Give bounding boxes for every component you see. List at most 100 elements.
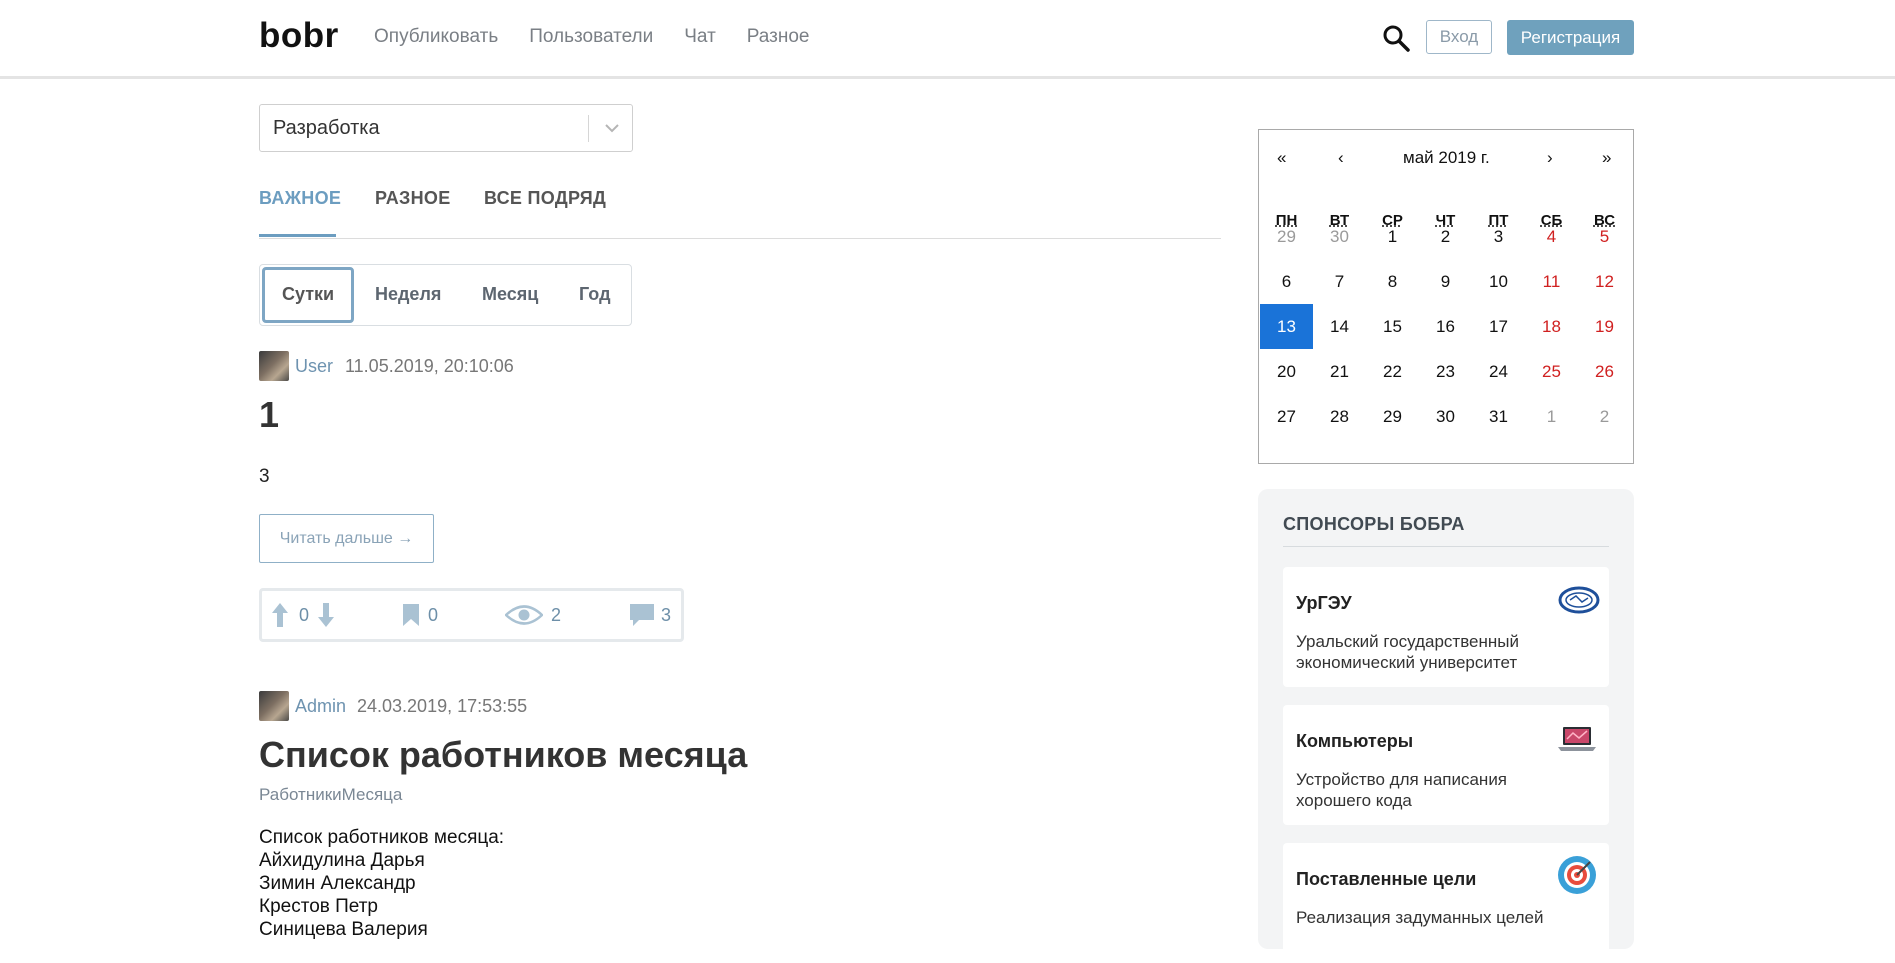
calendar-next-year[interactable]: » <box>1602 148 1611 168</box>
calendar-day[interactable]: 20 <box>1260 349 1313 394</box>
category-select-value: Разработка <box>273 117 380 139</box>
sponsor-card[interactable]: УрГЭУ Уральский государственный экономич… <box>1283 567 1609 687</box>
tab-important[interactable]: ВАЖНОЕ <box>259 188 341 209</box>
calendar-day[interactable]: 31 <box>1472 394 1525 439</box>
calendar-day[interactable]: 27 <box>1260 394 1313 439</box>
post-text-line: Крестов Петр <box>259 896 378 917</box>
calendar-day[interactable]: 23 <box>1419 349 1472 394</box>
calendar-day[interactable]: 2 <box>1419 214 1472 259</box>
sponsor-description: Реализация задуманных целей <box>1296 908 1544 927</box>
calendar-day[interactable]: 6 <box>1260 259 1313 304</box>
nav-misc[interactable]: Разное <box>747 26 810 48</box>
read-more-button[interactable]: Читать дальше → <box>259 514 434 563</box>
calendar-day[interactable]: 30 <box>1419 394 1472 439</box>
nav-publish[interactable]: Опубликовать <box>374 26 498 48</box>
calendar-day[interactable]: 13 <box>1260 304 1313 349</box>
period-month[interactable]: Месяц <box>482 284 538 305</box>
calendar-day[interactable]: 18 <box>1525 304 1578 349</box>
calendar-day[interactable]: 29 <box>1260 214 1313 259</box>
search-icon[interactable] <box>1382 24 1410 52</box>
calendar-day[interactable]: 3 <box>1472 214 1525 259</box>
calendar-day[interactable]: 4 <box>1525 214 1578 259</box>
register-button[interactable]: Регистрация <box>1507 20 1634 55</box>
calendar-day[interactable]: 25 <box>1525 349 1578 394</box>
calendar-day[interactable]: 30 <box>1313 214 1366 259</box>
sponsor-card[interactable]: Компьютеры Устройство для написания хоро… <box>1283 705 1609 825</box>
post-title[interactable]: Список работников месяца <box>259 734 747 776</box>
nav-chat[interactable]: Чат <box>684 26 716 48</box>
period-day[interactable]: Сутки <box>282 284 334 305</box>
select-divider <box>588 115 589 142</box>
period-year[interactable]: Год <box>579 284 611 305</box>
post-excerpt: 3 <box>259 466 270 487</box>
calendar-next-month[interactable]: › <box>1547 148 1553 168</box>
chevron-down-icon <box>605 124 619 133</box>
nav-users[interactable]: Пользователи <box>529 26 653 48</box>
calendar-day[interactable]: 9 <box>1419 259 1472 304</box>
target-icon <box>1558 856 1596 894</box>
feed-tabs: ВАЖНОЕ РАЗНОЕ ВСЕ ПОДРЯД <box>259 186 1221 239</box>
divider <box>1283 546 1609 547</box>
site-logo[interactable]: bobr <box>259 16 339 56</box>
post-author[interactable]: User <box>295 356 333 377</box>
tab-all[interactable]: ВСЕ ПОДРЯД <box>484 188 606 209</box>
calendar-widget: « ‹ май 2019 г. › » ПН ВТ СР ЧТ ПТ СБ ВС 29 30 1 2… <box>1258 129 1634 464</box>
calendar-day[interactable]: 12 <box>1578 259 1631 304</box>
calendar-day[interactable]: 22 <box>1366 349 1419 394</box>
login-button[interactable]: Вход <box>1426 20 1492 54</box>
calendar-day[interactable]: 1 <box>1366 214 1419 259</box>
calendar-day[interactable]: 21 <box>1313 349 1366 394</box>
bookmark-count: 0 <box>428 605 439 625</box>
eye-icon <box>505 605 543 625</box>
top-header: bobr Опубликовать Пользователи Чат Разно… <box>0 0 1895 79</box>
rating-count: 0 <box>299 605 310 625</box>
calendar-day[interactable]: 14 <box>1313 304 1366 349</box>
sponsors-panel: СПОНСОРЫ БОБРА УрГЭУ Уральский государст… <box>1258 489 1634 963</box>
university-logo-icon <box>1558 586 1600 614</box>
sponsor-card[interactable]: Поставленные цели Реализация задуманных … <box>1283 843 1609 963</box>
category-select[interactable]: Разработка <box>259 104 633 152</box>
sponsor-name: Поставленные цели <box>1296 869 1477 889</box>
tab-misc[interactable]: РАЗНОЕ <box>375 188 451 209</box>
main-nav: Опубликовать Пользователи Чат Разное <box>374 26 841 48</box>
calendar-day[interactable]: 11 <box>1525 259 1578 304</box>
vote-up-icon[interactable] <box>271 602 289 628</box>
post-date: 11.05.2019, 20:10:06 <box>345 356 514 376</box>
avatar[interactable] <box>259 691 289 721</box>
sponsor-name: Компьютеры <box>1296 731 1414 751</box>
vote-down-icon[interactable] <box>317 602 335 628</box>
laptop-icon <box>1558 727 1596 751</box>
bookmark-icon[interactable] <box>402 603 420 627</box>
calendar-day[interactable]: 5 <box>1578 214 1631 259</box>
calendar-month-label[interactable]: май 2019 г. <box>1403 148 1490 168</box>
calendar-day[interactable]: 7 <box>1313 259 1366 304</box>
comments-count: 3 <box>661 605 672 625</box>
sponsor-description: Устройство для написания хорошего кода <box>1296 770 1508 810</box>
calendar-day[interactable]: 15 <box>1366 304 1419 349</box>
post-text-line: Список работников месяца: <box>259 827 505 848</box>
calendar-day[interactable]: 24 <box>1472 349 1525 394</box>
calendar-prev-year[interactable]: « <box>1277 148 1286 168</box>
calendar-day[interactable]: 28 <box>1313 394 1366 439</box>
post-text-line: Зимин Александр <box>259 873 416 894</box>
post-author[interactable]: Admin <box>295 696 346 717</box>
calendar-day[interactable]: 19 <box>1578 304 1631 349</box>
avatar[interactable] <box>259 351 289 381</box>
calendar-day[interactable]: 8 <box>1366 259 1419 304</box>
calendar-day[interactable]: 29 <box>1366 394 1419 439</box>
comment-icon[interactable] <box>629 603 655 627</box>
calendar-day[interactable]: 16 <box>1419 304 1472 349</box>
calendar-day[interactable]: 10 <box>1472 259 1525 304</box>
period-filter: Сутки Неделя Месяц Год <box>259 264 632 326</box>
sponsor-description: Уральский государственный экономический … <box>1296 632 1519 672</box>
post-title[interactable]: 1 <box>259 394 279 436</box>
calendar-day[interactable]: 17 <box>1472 304 1525 349</box>
calendar-day[interactable]: 1 <box>1525 394 1578 439</box>
sponsors-title: СПОНСОРЫ БОБРА <box>1283 514 1465 534</box>
calendar-day[interactable]: 26 <box>1578 349 1631 394</box>
post-stats: 0 0 2 3 <box>259 588 684 642</box>
post-tag[interactable]: РаботникиМесяца <box>259 785 402 805</box>
period-week[interactable]: Неделя <box>375 284 441 305</box>
calendar-prev-month[interactable]: ‹ <box>1338 148 1344 168</box>
calendar-day[interactable]: 2 <box>1578 394 1631 439</box>
